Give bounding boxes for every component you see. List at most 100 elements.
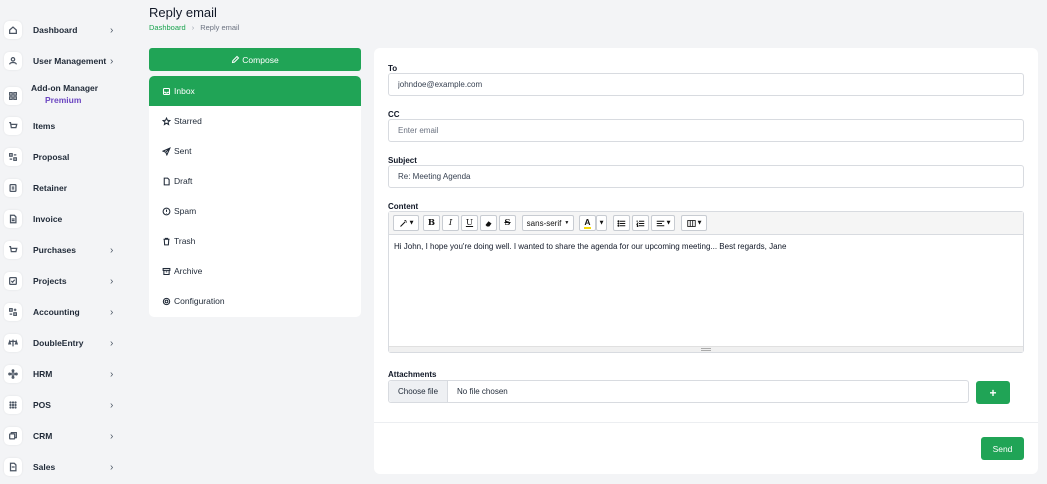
sidebar-item-label: Sales	[33, 462, 56, 472]
text-color-letter: A	[584, 216, 591, 229]
compose-button[interactable]: Compose	[149, 48, 361, 71]
sidebar-item-sales[interactable]: Sales ›	[0, 453, 128, 481]
send-button[interactable]: Send	[981, 437, 1024, 460]
bold-button[interactable]: B	[423, 215, 440, 231]
sidebar-item-projects[interactable]: Projects ›	[0, 267, 128, 295]
folder-trash[interactable]: Trash	[149, 226, 361, 256]
subject-label: Subject	[388, 156, 417, 165]
sidebar-item-crm[interactable]: CRM ›	[0, 422, 128, 450]
file-icon	[163, 177, 170, 185]
folder-starred[interactable]: Starred	[149, 106, 361, 136]
folder-label: Inbox	[174, 86, 195, 96]
edit-icon	[232, 55, 240, 64]
sidebar-item-label: Dashboard	[33, 25, 78, 35]
add-attachment-button[interactable]: +	[976, 381, 1010, 404]
chevron-down-icon: ▼	[666, 220, 671, 226]
editor-content-area[interactable]: Hi John, I hope you're doing well. I wan…	[394, 242, 786, 251]
editor-toolbar: ▼ B I U S sans-serif ▼ A ▼ ▼ ▼	[389, 212, 1023, 235]
cc-label: CC	[388, 110, 400, 119]
sidebar-item-doubleentry[interactable]: DoubleEntry ›	[0, 329, 128, 357]
font-family-dropdown[interactable]: sans-serif ▼	[522, 215, 574, 231]
text-color-button[interactable]: A	[579, 215, 596, 231]
to-input[interactable]	[388, 73, 1024, 96]
numbered-list-button[interactable]	[632, 215, 649, 231]
attachment-file-input[interactable]: Choose file No file chosen	[388, 380, 969, 403]
magic-wand-icon	[399, 219, 407, 227]
grid-icon	[4, 87, 22, 105]
to-label: To	[388, 64, 398, 73]
text-color-dropdown[interactable]: ▼	[596, 215, 607, 231]
italic-button[interactable]: I	[442, 215, 459, 231]
sidebar-item-label: User Management	[33, 56, 107, 66]
chevron-down-icon: ▼	[599, 220, 604, 226]
proposal-icon	[4, 148, 22, 166]
folder-sent[interactable]: Sent	[149, 136, 361, 166]
bullet-list-button[interactable]	[613, 215, 630, 231]
folder-inbox[interactable]: Inbox	[149, 76, 361, 106]
underline-button[interactable]: U	[461, 215, 478, 231]
projects-icon	[4, 272, 22, 290]
chevron-down-icon: ▼	[564, 220, 570, 226]
numbered-list-icon	[636, 220, 645, 227]
attachments-label: Attachments	[388, 370, 437, 379]
chevron-right-icon: ›	[110, 337, 114, 349]
folder-spam[interactable]: Spam	[149, 196, 361, 226]
chevron-right-icon: ›	[110, 306, 114, 318]
sidebar-item-pos[interactable]: POS ›	[0, 391, 128, 419]
sidebar-item-addon-manager[interactable]: Add-on Manager Premium	[0, 80, 128, 112]
crm-icon	[4, 427, 22, 445]
chevron-right-icon: ›	[110, 430, 114, 442]
home-icon	[4, 21, 22, 39]
sidebar-item-label: CRM	[33, 431, 53, 441]
sidebar-item-user-management[interactable]: User Management ›	[0, 47, 128, 75]
folder-archive[interactable]: Archive	[149, 256, 361, 286]
folder-label: Archive	[174, 266, 203, 276]
sidebar-item-label: Purchases	[33, 245, 76, 255]
sidebar-item-retainer[interactable]: Retainer	[0, 174, 128, 202]
chevron-right-icon: ›	[110, 368, 114, 380]
rich-text-editor: ▼ B I U S sans-serif ▼ A ▼ ▼ ▼ Hi John, …	[388, 211, 1024, 353]
sidebar-item-hrm[interactable]: HRM ›	[0, 360, 128, 388]
sidebar-item-label: Add-on Manager	[31, 83, 99, 93]
page-title: Reply email	[149, 5, 217, 20]
sidebar-item-label: Retainer	[33, 183, 68, 193]
eraser-button[interactable]	[480, 215, 497, 231]
sidebar-item-label: Proposal	[33, 152, 70, 162]
content-label: Content	[388, 202, 419, 211]
sidebar: Dashboard › User Management › Add-on Man…	[0, 0, 128, 484]
subject-input[interactable]	[388, 165, 1024, 188]
style-dropdown-button[interactable]: ▼	[393, 215, 419, 231]
form-divider	[374, 422, 1038, 423]
sidebar-item-accounting[interactable]: Accounting ›	[0, 298, 128, 326]
sidebar-item-label: Accounting	[33, 307, 80, 317]
scale-icon	[4, 334, 22, 352]
chevron-down-icon: ▼	[409, 220, 414, 226]
cart-icon	[4, 241, 22, 259]
sidebar-item-dashboard[interactable]: Dashboard ›	[0, 16, 128, 44]
users-icon	[4, 52, 22, 70]
hrm-icon	[4, 365, 22, 383]
align-dropdown[interactable]: ▼	[651, 215, 675, 231]
sidebar-item-items[interactable]: Items	[0, 112, 128, 140]
send-icon	[162, 146, 171, 156]
choose-file-button[interactable]: Choose file	[389, 381, 449, 402]
accounting-icon	[4, 303, 22, 321]
sales-icon	[4, 458, 22, 476]
sidebar-item-proposal[interactable]: Proposal	[0, 143, 128, 171]
pos-icon	[4, 396, 22, 414]
folder-label: Starred	[174, 116, 202, 126]
folder-configuration[interactable]: Configuration	[149, 286, 361, 316]
sidebar-item-purchases[interactable]: Purchases ›	[0, 236, 128, 264]
folder-draft[interactable]: Draft	[149, 166, 361, 196]
sidebar-item-invoice[interactable]: Invoice	[0, 205, 128, 233]
bullet-list-icon	[617, 219, 626, 227]
table-dropdown[interactable]: ▼	[681, 215, 707, 231]
invoice-icon	[4, 210, 22, 228]
folder-label: Spam	[174, 206, 197, 216]
breadcrumb-dashboard-link[interactable]: Dashboard	[149, 23, 186, 32]
strikethrough-button[interactable]: S	[499, 215, 516, 231]
cc-input[interactable]	[388, 119, 1024, 142]
star-icon	[162, 116, 171, 126]
editor-resize-handle[interactable]	[389, 346, 1023, 352]
archive-icon	[162, 267, 171, 275]
